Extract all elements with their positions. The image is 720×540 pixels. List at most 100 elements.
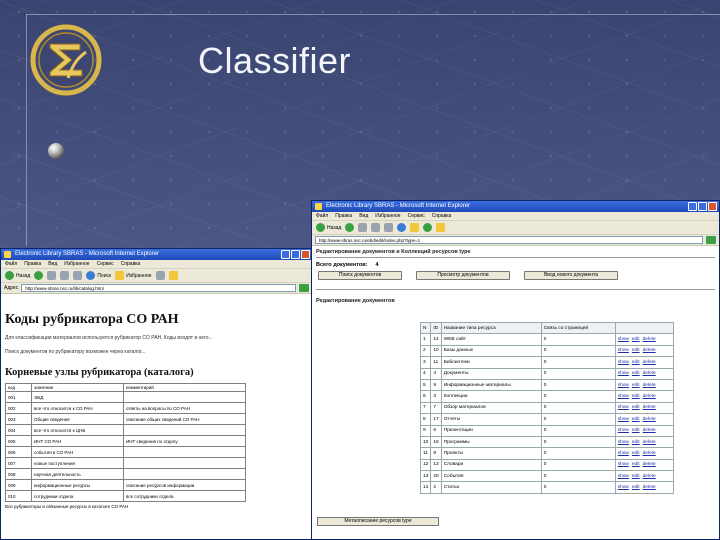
toolbar: Назад Поиск Избранное [1,269,312,283]
menu-help[interactable]: Справка [121,260,141,268]
history-button[interactable] [155,271,165,280]
new-document-button[interactable]: Ввод нового документа [524,271,618,280]
delete-link[interactable]: delete [643,485,656,490]
delete-link[interactable]: delete [643,360,656,365]
edit-link[interactable]: edit [632,474,640,479]
edit-link[interactable]: edit [632,405,640,410]
edit-link[interactable]: edit [632,451,640,456]
edit-link[interactable]: edit [632,462,640,467]
delete-link[interactable]: delete [643,371,656,376]
favorites-button[interactable] [410,223,420,232]
forward-button[interactable] [34,271,44,280]
page-content: Коды рубрикатора СО РАН Для классификаци… [1,294,312,511]
delete-link[interactable]: delete [643,428,656,433]
delete-link[interactable]: delete [643,451,656,456]
home-icon [384,223,394,232]
back-arrow-icon [5,271,14,280]
close-icon[interactable] [708,202,717,211]
delete-link[interactable]: delete [643,383,656,388]
edit-link[interactable]: edit [632,440,640,445]
delete-link[interactable]: delete [643,474,656,479]
menu-view[interactable]: Вид [359,212,368,220]
table-row: 004 все что относится к ЦНБ [5,424,246,436]
show-link[interactable]: show [618,417,629,422]
address-input[interactable]: http://www-sbras.nsc.ru/lib/catalog.html [21,284,296,292]
show-link[interactable]: show [618,348,629,353]
edit-link[interactable]: edit [632,337,640,342]
slide-frame-left [26,14,27,246]
delete-link[interactable]: delete [643,440,656,445]
edit-link[interactable]: edit [632,485,640,490]
favorites-button[interactable]: Избранное [115,271,152,280]
search-button[interactable] [397,223,407,232]
menu-edit[interactable]: Правка [335,212,352,220]
star-icon [410,223,420,232]
delete-link[interactable]: delete [643,417,656,422]
menu-favorites[interactable]: Избранное [64,260,89,268]
menu-file[interactable]: Файл [316,212,328,220]
show-link[interactable]: show [618,360,629,365]
show-link[interactable]: show [618,428,629,433]
edit-link[interactable]: edit [632,417,640,422]
window-titlebar[interactable]: Electronic Library SBRAS - Microsoft Int… [1,249,312,260]
edit-link[interactable]: edit [632,394,640,399]
go-icon[interactable] [299,284,309,292]
mail-button[interactable] [168,271,178,280]
search-documents-button[interactable]: Поиск документов [318,271,402,280]
show-link[interactable]: show [618,405,629,410]
add-metadata-button[interactable]: Метаописание ресурсов type [317,517,439,526]
show-link[interactable]: show [618,440,629,445]
menu-favorites[interactable]: Избранное [375,212,400,220]
delete-link[interactable]: delete [643,394,656,399]
delete-link[interactable]: delete [643,348,656,353]
show-link[interactable]: show [618,394,629,399]
close-icon[interactable] [301,250,310,259]
show-link[interactable]: show [618,485,629,490]
window-titlebar[interactable]: Electronic Library SBRAS - Microsoft Int… [312,201,719,212]
refresh-button[interactable] [371,223,381,232]
menu-edit[interactable]: Правка [24,260,41,268]
edit-link[interactable]: edit [632,383,640,388]
slide-title: Classifier [198,40,352,81]
media-button[interactable] [423,223,433,232]
address-input[interactable]: http://www-sbras.nsc.ru/ebd/edit/index.p… [315,236,703,244]
minimize-icon[interactable] [688,202,697,211]
mail-button[interactable] [436,223,446,232]
col-header-n: N [419,321,432,335]
go-icon[interactable] [706,236,716,244]
stop-button[interactable] [358,223,368,232]
show-link[interactable]: show [618,462,629,467]
edit-link[interactable]: edit [632,371,640,376]
menu-tools[interactable]: Сервис [97,260,114,268]
stop-button[interactable] [47,271,57,280]
forward-button[interactable] [345,223,355,232]
home-button[interactable] [73,271,83,280]
back-button[interactable]: Назад [5,271,30,280]
maximize-icon[interactable] [698,202,707,211]
edit-link[interactable]: edit [632,360,640,365]
back-arrow-icon [316,223,325,232]
edit-link[interactable]: edit [632,428,640,433]
minimize-icon[interactable] [281,250,290,259]
menu-help[interactable]: Справка [432,212,452,220]
back-button[interactable]: Назад [316,223,341,232]
delete-link[interactable]: delete [643,462,656,467]
menu-view[interactable]: Вид [48,260,57,268]
edit-link[interactable]: edit [632,348,640,353]
show-link[interactable]: show [618,371,629,376]
delete-link[interactable]: delete [643,337,656,342]
menu-file[interactable]: Файл [5,260,17,268]
delete-link[interactable]: delete [643,405,656,410]
show-link[interactable]: show [618,451,629,456]
refresh-button[interactable] [60,271,70,280]
section-heading: Корневые узлы рубрикатора (каталога) [5,367,194,378]
maximize-icon[interactable] [291,250,300,259]
search-icon [397,223,407,232]
home-button[interactable] [384,223,394,232]
show-link[interactable]: show [618,474,629,479]
show-link[interactable]: show [618,383,629,388]
view-documents-button[interactable]: Просмотр документов [416,271,510,280]
show-link[interactable]: show [618,337,629,342]
menu-tools[interactable]: Сервис [408,212,425,220]
search-button[interactable]: Поиск [86,271,111,280]
